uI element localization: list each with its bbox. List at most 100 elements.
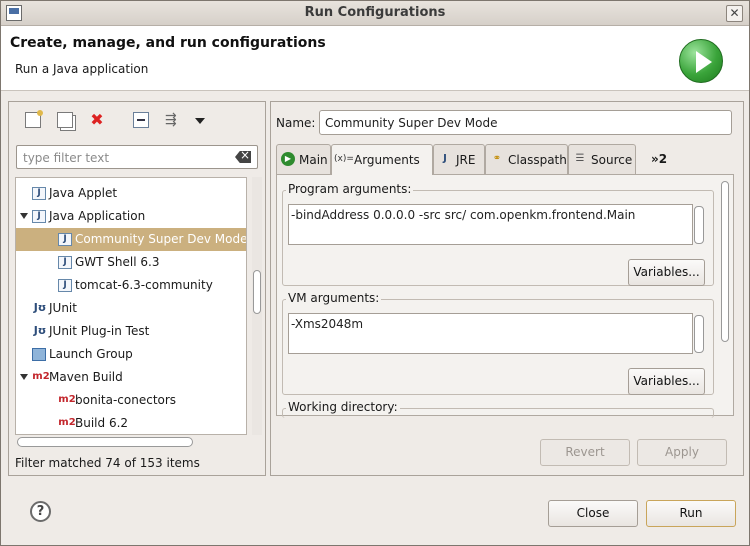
scroll-thumb[interactable] [721,181,729,342]
tree-item-label: bonita-conectors [75,393,177,407]
name-field[interactable] [319,110,732,135]
tree-item-label: tomcat-6.3-community [75,278,213,292]
junit-icon: Jʊ [33,324,47,337]
filter-icon[interactable]: ⇶ [165,112,181,128]
tree-horizontal-scrollbar[interactable] [15,436,247,448]
vm-arguments-label: VM arguments: [286,291,382,305]
revert-button[interactable]: Revert [540,439,630,466]
tree-item-label: GWT Shell 6.3 [75,255,160,269]
tab-classpath[interactable]: ⚭ Classpath [485,144,568,174]
program-arguments-field[interactable]: -bindAddress 0.0.0.0 -src src/ com.openk… [288,204,693,245]
tree-item-label: Java Applet [49,186,118,200]
tab-label: Main [299,153,328,167]
tree-item[interactable]: J Java Applet [16,182,246,205]
source-icon: ☰ [575,153,585,164]
tree-item-label: Community Super Dev Mode [75,232,247,246]
java-app-icon: J [58,279,72,292]
maven-icon: m2 [32,371,50,382]
window-title: Run Configurations [304,5,446,20]
new-config-icon[interactable] [25,110,43,128]
working-directory-group: Working directory: [282,400,714,418]
expand-arrow-icon[interactable] [20,374,28,380]
arguments-tab-content: Program arguments: -bindAddress 0.0.0.0 … [276,174,734,418]
vm-arguments-group: VM arguments: -Xms2048m Variables... [282,291,714,395]
filter-input[interactable] [21,149,221,166]
run-button[interactable]: Run [646,500,736,527]
working-directory-label: Working directory: [286,400,400,414]
tree-item-label: Maven Build [49,370,123,384]
filter-status: Filter matched 74 of 153 items [15,456,200,470]
configuration-list-pane: ✖ ⇶ JJava AppletJJava ApplicationJCommun… [8,101,266,476]
tree-item-label: JUnit Plug-in Test [49,324,150,338]
tree-item-label: Launch Group [49,347,133,361]
tab-label: JRE [456,153,476,167]
tree-item[interactable]: Launch Group [16,343,246,366]
view-menu-icon[interactable] [193,112,207,128]
configuration-tree: J Java Applet J Java Application J Community … [15,177,247,435]
collapse-all-icon[interactable] [133,112,149,128]
list-toolbar: ✖ ⇶ [9,102,265,138]
run-configurations-dialog: Run Configurations ✕ Create, manage, and… [0,0,750,546]
tree-item[interactable]: J Community Super Dev Mode [16,228,246,251]
close-window-button[interactable]: ✕ [726,5,743,22]
tab-bar: ▶ Main (x)= Arguments J JRE ⚭ Classpath … [276,144,734,175]
main-tab-icon: ▶ [281,152,295,166]
junit-icon: Jʊ [33,301,47,314]
tab-label: Source [591,153,633,167]
expand-arrow-icon[interactable] [20,213,28,219]
dialog-subtitle: Run a Java application [15,62,149,76]
tab-jre[interactable]: J JRE [433,144,485,174]
help-icon[interactable]: ? [30,501,51,522]
vm-arguments-field[interactable]: -Xms2048m [288,313,693,354]
filter-field [16,145,258,169]
tab-main[interactable]: ▶ Main [276,144,331,174]
tab-content-scrollbar[interactable] [720,179,730,411]
tab-overflow-button[interactable]: »2 [651,152,667,166]
vm-arguments-scrollbar[interactable] [694,314,704,353]
tree-item[interactable]: m2 Maven Build [16,366,246,389]
dialog-heading: Create, manage, and run configurations [10,35,326,51]
maven-icon: m2 [58,394,76,405]
java-app-icon: J [58,233,72,246]
header-banner: Create, manage, and run configurations R… [1,26,749,91]
arguments-icon: (x)= [334,154,354,164]
close-button[interactable]: Close [548,500,638,527]
clear-filter-icon[interactable] [235,151,251,163]
tree-item-label: Build 6.2 [75,416,129,430]
java-app-icon: J [32,210,46,223]
configuration-editor-pane: Name: ▶ Main (x)= Arguments J JRE ⚭ Clas… [270,101,744,476]
tree-item-label: Java Application [49,209,146,223]
duplicate-icon[interactable] [57,112,73,128]
tree-item[interactable]: J GWT Shell 6.3 [16,251,246,274]
scroll-thumb[interactable] [253,270,261,314]
launch-group-icon [32,348,46,361]
maven-icon: m2 [58,417,76,428]
tree-item[interactable]: m2 bonita-conectors [16,389,246,412]
tree-item-label: JUnit [49,301,77,315]
program-arguments-group: Program arguments: -bindAddress 0.0.0.0 … [282,182,714,286]
scroll-thumb[interactable] [17,437,193,447]
vm-variables-button[interactable]: Variables... [628,368,705,395]
program-variables-button[interactable]: Variables... [628,259,705,286]
tree-item[interactable]: Jʊ JUnit Plug-in Test [16,320,246,343]
title-bar: Run Configurations ✕ [1,1,749,26]
tree-item[interactable]: m2 Build 6.2 [16,412,246,434]
delete-icon[interactable]: ✖ [89,112,105,128]
tab-label: Classpath [508,153,567,167]
name-label: Name: [276,116,316,130]
tree-vertical-scrollbar[interactable] [252,177,262,435]
java-applet-icon: J [32,187,46,200]
tree-item[interactable]: Jʊ JUnit [16,297,246,320]
java-app-icon: J [58,256,72,269]
jre-icon: J [443,153,447,164]
program-arguments-label: Program arguments: [286,182,414,196]
tab-source[interactable]: ☰ Source [568,144,636,174]
classpath-icon: ⚭ [492,153,502,164]
tree-item[interactable]: J Java Application [16,205,246,228]
apply-button[interactable]: Apply [637,439,727,466]
tree-item[interactable]: Jtomcat-6.3-community [16,274,246,297]
tab-arguments[interactable]: (x)= Arguments [331,144,433,175]
program-arguments-scrollbar[interactable] [694,205,704,244]
tab-label: Arguments [354,153,420,167]
run-logo-icon [679,39,723,83]
